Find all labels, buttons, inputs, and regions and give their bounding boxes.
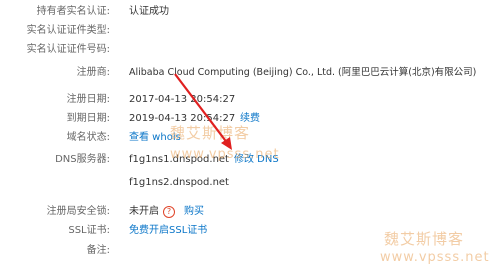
id-type-label: 实名认证证件类型: [26,25,110,36]
row-registrar: 注册商: Alibaba Cloud Computing (Beijing) C… [0,64,500,82]
remarks-label: 备注: [86,245,110,256]
row-owner-verification: 持有者实名认证: 认证成功 [0,3,500,21]
watermark-url-top: www.vpsss.net [170,147,280,162]
id-number-label: 实名认证证件号码: [26,44,110,55]
dns-server-2-value: f1g1ns2.dnspod.net [129,177,229,188]
row-id-number: 实名认证证件号码: [0,41,500,59]
ssl-certificate-label: SSL证书: [68,225,110,236]
row-id-type: 实名认证证件类型: [0,22,500,40]
registration-date-value: 2017-04-13 20:54:27 [129,94,236,105]
registrar-label: 注册商: [76,67,110,78]
owner-verification-label: 持有者实名认证: [36,6,110,17]
registry-lock-label: 注册局安全锁: [46,206,110,217]
warning-circle-icon: ? [163,206,175,218]
dns-server-label: DNS服务器: [55,154,110,165]
domain-status-label: 域名状态: [66,132,110,143]
registry-lock-value: 未开启 [129,206,159,217]
watermark-cn-bottom: 魏艾斯博客 [384,230,465,248]
watermark-url-bottom: www.vpsss.net [380,250,490,265]
owner-verification-value: 认证成功 [129,6,169,17]
registration-date-label: 注册日期: [66,94,110,105]
registrar-value: Alibaba Cloud Computing (Beijing) Co., L… [129,67,477,78]
row-registry-lock: 注册局安全锁: 未开启 ? 购买 [0,203,500,221]
row-registration-date: 注册日期: 2017-04-13 20:54:27 [0,91,500,109]
free-ssl-link[interactable]: 免费开启SSL证书 [129,222,207,240]
expiry-date-label: 到期日期: [66,113,110,124]
buy-lock-link[interactable]: 购买 [184,203,204,221]
row-dns-server-2: f1g1ns2.dnspod.net [0,174,500,192]
watermark-cn-top: 魏艾斯博客 [170,124,251,142]
